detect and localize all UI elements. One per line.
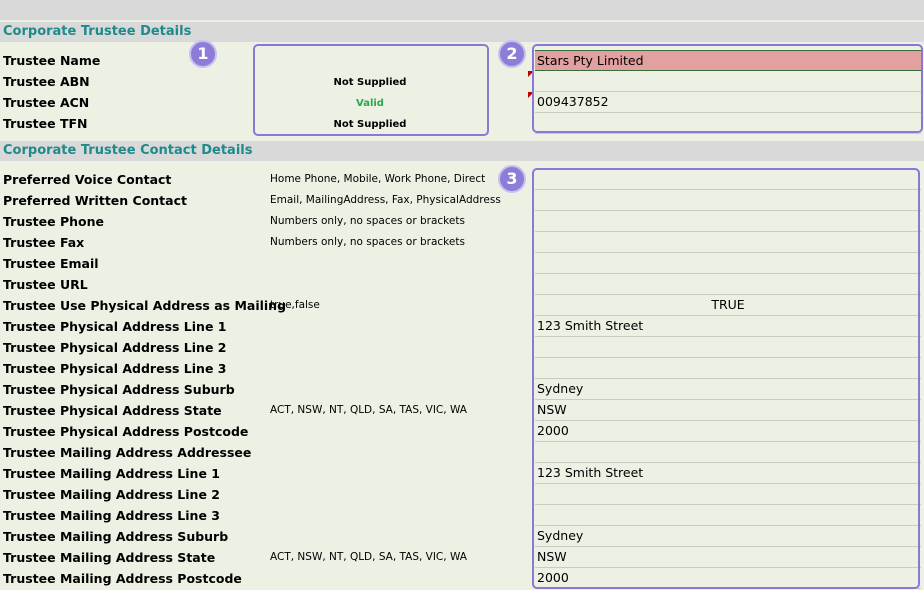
contact-label: Trustee Fax	[3, 235, 85, 250]
contact-label: Trustee Physical Address Line 1	[3, 319, 227, 334]
contact-label: Trustee Physical Address Postcode	[3, 424, 249, 439]
callout-badge-2: 2	[498, 40, 526, 68]
contact-label: Trustee Physical Address Suburb	[3, 382, 235, 397]
contact-hint: Email, MailingAddress, Fax, PhysicalAddr…	[270, 194, 501, 206]
contact-hint: Numbers only, no spaces or brackets	[270, 215, 465, 227]
label-trustee-tfn: Trustee TFN	[3, 116, 88, 131]
contact-hint: Numbers only, no spaces or brackets	[270, 236, 465, 248]
label-trustee-abn: Trustee ABN	[3, 74, 90, 89]
contact-label: Trustee Mailing Address Addressee	[3, 445, 252, 460]
contact-hint: true,false	[270, 299, 320, 311]
label-trustee-acn: Trustee ACN	[3, 95, 90, 110]
contact-label: Trustee Mailing Address State	[3, 550, 216, 565]
contact-label: Trustee URL	[3, 277, 88, 292]
contact-label: Trustee Mailing Address Postcode	[3, 571, 242, 586]
contact-label: Trustee Use Physical Address as Mailing	[3, 298, 287, 313]
contact-hint: ACT, NSW, NT, QLD, SA, TAS, VIC, WA	[270, 404, 467, 416]
contact-hint: ACT, NSW, NT, QLD, SA, TAS, VIC, WA	[270, 551, 467, 563]
contact-label: Trustee Physical Address Line 3	[3, 361, 227, 376]
contact-label: Trustee Physical Address Line 2	[3, 340, 227, 355]
contact-label: Trustee Physical Address State	[3, 403, 222, 418]
callout-box-1	[253, 44, 489, 136]
callout-badge-1: 1	[189, 40, 217, 68]
contact-label: Trustee Email	[3, 256, 99, 271]
callout-box-2	[532, 44, 923, 133]
contact-label: Trustee Mailing Address Suburb	[3, 529, 229, 544]
contact-label: Trustee Mailing Address Line 1	[3, 466, 220, 481]
contact-label: Trustee Mailing Address Line 2	[3, 487, 220, 502]
callout-badge-3: 3	[498, 165, 526, 193]
label-trustee-name: Trustee Name	[3, 53, 101, 68]
section-header-contact: Corporate Trustee Contact Details	[0, 141, 924, 161]
contact-label: Preferred Written Contact	[3, 193, 187, 208]
callout-box-3	[532, 168, 920, 589]
top-band	[0, 0, 924, 20]
contact-label: Trustee Mailing Address Line 3	[3, 508, 220, 523]
contact-label: Preferred Voice Contact	[3, 172, 172, 187]
contact-hint: Home Phone, Mobile, Work Phone, Direct	[270, 173, 486, 185]
section-header-details: Corporate Trustee Details	[0, 22, 924, 42]
contact-label: Trustee Phone	[3, 214, 104, 229]
